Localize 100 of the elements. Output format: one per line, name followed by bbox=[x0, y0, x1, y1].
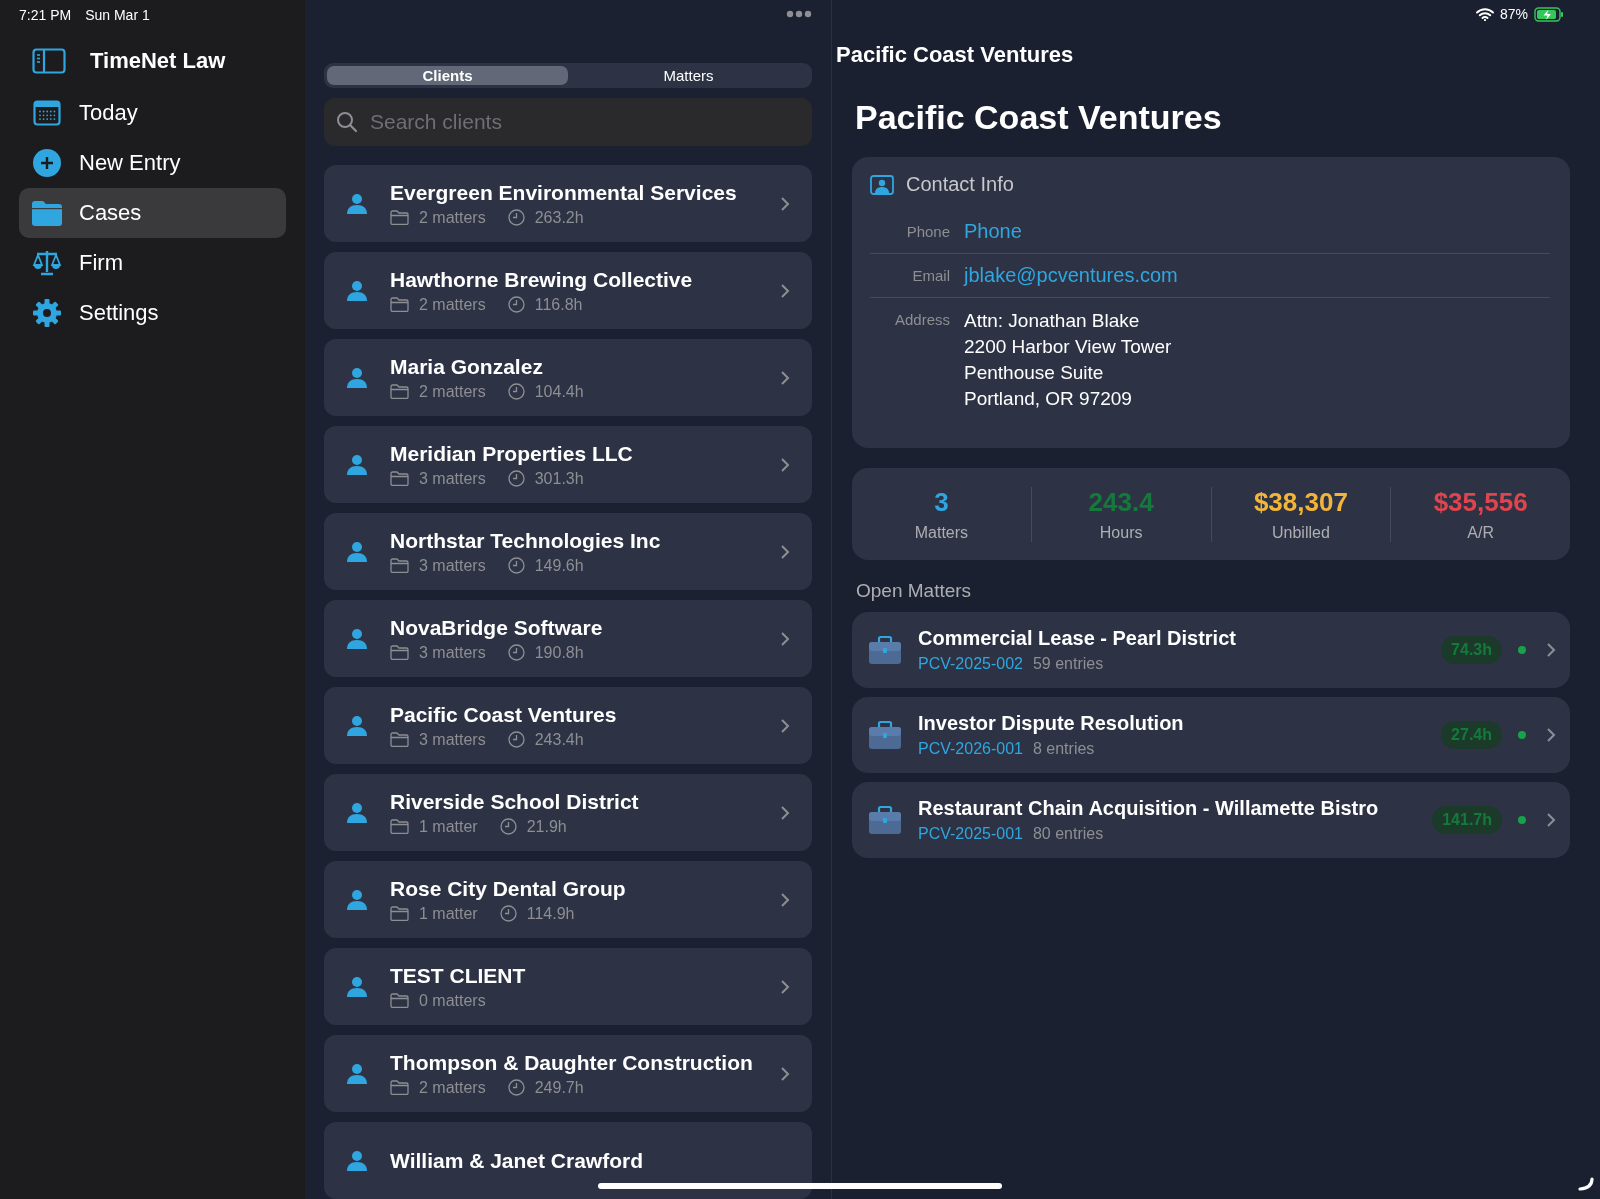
folder-icon bbox=[390, 645, 409, 660]
client-row[interactable]: Thompson & Daughter Construction 2 matters 249.7h bbox=[324, 1035, 812, 1112]
client-row[interactable]: Hawthorne Brewing Collective 2 matters 116.8h bbox=[324, 252, 812, 329]
matter-row[interactable]: Commercial Lease - Pearl District PCV-2025-002 59 entries 74.3h bbox=[852, 612, 1570, 688]
matter-count: 2 matters bbox=[419, 295, 486, 314]
clock-icon bbox=[507, 209, 525, 226]
client-row[interactable]: Riverside School District 1 matter 21.9h bbox=[324, 774, 812, 851]
hours-badge: 74.3h bbox=[1441, 636, 1502, 664]
stat-value: 3 bbox=[934, 486, 949, 518]
search-icon bbox=[336, 111, 358, 133]
folder-icon bbox=[390, 558, 409, 573]
matter-count: 3 matters bbox=[419, 556, 486, 575]
clock-icon bbox=[507, 296, 525, 313]
clock-icon bbox=[499, 905, 517, 922]
client-row[interactable]: NovaBridge Software 3 matters 190.8h bbox=[324, 600, 812, 677]
person-icon bbox=[346, 366, 368, 389]
settings-icon bbox=[31, 299, 63, 327]
hours-total: 301.3h bbox=[534, 469, 584, 488]
scale-icon bbox=[31, 250, 63, 276]
tab[interactable]: Clients bbox=[327, 66, 568, 85]
sidebar-item[interactable]: Cases bbox=[19, 188, 286, 238]
matter-code: PCV-2026-001 bbox=[918, 740, 1023, 758]
client-name: Northstar Technologies Inc bbox=[390, 528, 662, 553]
clock-icon bbox=[507, 644, 525, 661]
contact-info-heading: Contact Info bbox=[906, 173, 1014, 196]
chevron-icon bbox=[780, 804, 790, 821]
chevron-icon bbox=[780, 543, 790, 560]
client-name: Rose City Dental Group bbox=[390, 876, 627, 901]
tab[interactable]: Matters bbox=[568, 66, 809, 85]
chevron-icon bbox=[780, 456, 790, 473]
matter-title: Investor Dispute Resolution bbox=[918, 712, 1185, 735]
matter-count: 2 matters bbox=[419, 1078, 486, 1097]
address-text: Attn: Jonathan Blake 2200 Harbor View Tower Penthouse Suite Portland, OR 97209 bbox=[964, 309, 1172, 411]
chevron-icon bbox=[780, 369, 790, 386]
clock-icon bbox=[507, 557, 525, 574]
hours-badge: 141.7h bbox=[1432, 806, 1502, 834]
chevron-icon bbox=[1546, 812, 1556, 828]
person-icon bbox=[346, 540, 368, 563]
matter-row[interactable]: Restaurant Chain Acquisition - Willamette Bistro PCV-2025-001 80 entries 141.7h bbox=[852, 782, 1570, 858]
client-name: William & Janet Crawford bbox=[390, 1148, 645, 1173]
status-time: 7:21 PM bbox=[19, 7, 72, 23]
client-row[interactable]: Maria Gonzalez 2 matters 104.4h bbox=[324, 339, 812, 416]
client-name: Hawthorne Brewing Collective bbox=[390, 267, 694, 292]
matter-count: 2 matters bbox=[419, 382, 486, 401]
briefcase-icon bbox=[868, 720, 902, 750]
matter-title: Restaurant Chain Acquisition - Willamette Bistro bbox=[918, 797, 1380, 820]
folder-icon bbox=[390, 732, 409, 747]
client-row[interactable]: Evergreen Environmental Services 2 matters 263.2h bbox=[324, 165, 812, 242]
stat-value: $35,556 bbox=[1433, 486, 1528, 518]
navigation-title: Pacific Coast Ventures bbox=[835, 41, 1075, 69]
stat-label: A/R bbox=[1467, 523, 1494, 542]
sidebar-item[interactable]: Firm bbox=[19, 238, 286, 288]
hours-total: 149.6h bbox=[534, 556, 584, 575]
entry-count: 80 entries bbox=[1032, 825, 1104, 843]
more-icon[interactable] bbox=[786, 10, 812, 18]
app-title: TimeNet Law bbox=[90, 48, 226, 74]
hours-total: 104.4h bbox=[534, 382, 584, 401]
client-row[interactable]: TEST CLIENT 0 matters bbox=[324, 948, 812, 1025]
chevron-icon bbox=[780, 891, 790, 908]
sidebar-item[interactable]: Today bbox=[19, 88, 286, 138]
client-title: Pacific Coast Ventures bbox=[855, 98, 1223, 137]
search-field[interactable]: Search clients bbox=[324, 98, 812, 146]
hours-total: 243.4h bbox=[534, 730, 584, 749]
sidebar-item[interactable]: Settings bbox=[19, 288, 286, 338]
folder-icon bbox=[390, 384, 409, 399]
field-link[interactable]: jblake@pcventures.com bbox=[964, 264, 1178, 287]
hours-badge: 27.4h bbox=[1441, 721, 1502, 749]
hours-total: 263.2h bbox=[534, 208, 584, 227]
field-label: Email bbox=[911, 266, 950, 286]
client-row[interactable]: William & Janet Crawford bbox=[324, 1122, 812, 1199]
contact-card-icon bbox=[870, 174, 894, 195]
client-row[interactable]: Meridian Properties LLC 3 matters 301.3h bbox=[324, 426, 812, 503]
client-row[interactable]: Northstar Technologies Inc 3 matters 149.6h bbox=[324, 513, 812, 590]
person-icon bbox=[346, 192, 368, 215]
client-name: Riverside School District bbox=[390, 789, 640, 814]
resize-handle-icon[interactable] bbox=[1578, 1177, 1594, 1191]
person-icon bbox=[346, 1062, 368, 1085]
person-icon bbox=[346, 714, 368, 737]
sidebar-item[interactable]: New Entry bbox=[19, 138, 286, 188]
clock-icon bbox=[507, 383, 525, 400]
folder-icon bbox=[390, 210, 409, 225]
sidebar-toggle-icon[interactable] bbox=[32, 48, 66, 74]
chevron-icon bbox=[1546, 642, 1556, 658]
matter-count: 3 matters bbox=[419, 469, 486, 488]
field-label: Phone bbox=[905, 222, 950, 242]
chevron-icon bbox=[780, 195, 790, 212]
folder-icon bbox=[390, 1080, 409, 1095]
person-icon bbox=[346, 453, 368, 476]
folder-icon bbox=[390, 819, 409, 834]
entry-count: 59 entries bbox=[1032, 655, 1104, 673]
client-name: NovaBridge Software bbox=[390, 615, 604, 640]
plus-icon bbox=[31, 149, 63, 177]
client-row[interactable]: Pacific Coast Ventures 3 matters 243.4h bbox=[324, 687, 812, 764]
hours-total: 116.8h bbox=[534, 295, 583, 314]
client-name: Evergreen Environmental Services bbox=[390, 180, 738, 205]
client-row[interactable]: Rose City Dental Group 1 matter 114.9h bbox=[324, 861, 812, 938]
field-link[interactable]: Phone bbox=[964, 220, 1022, 243]
matter-count: 0 matters bbox=[419, 991, 486, 1010]
matter-row[interactable]: Investor Dispute Resolution PCV-2026-001 8 entries 27.4h bbox=[852, 697, 1570, 773]
matter-count: 1 matter bbox=[419, 904, 478, 923]
